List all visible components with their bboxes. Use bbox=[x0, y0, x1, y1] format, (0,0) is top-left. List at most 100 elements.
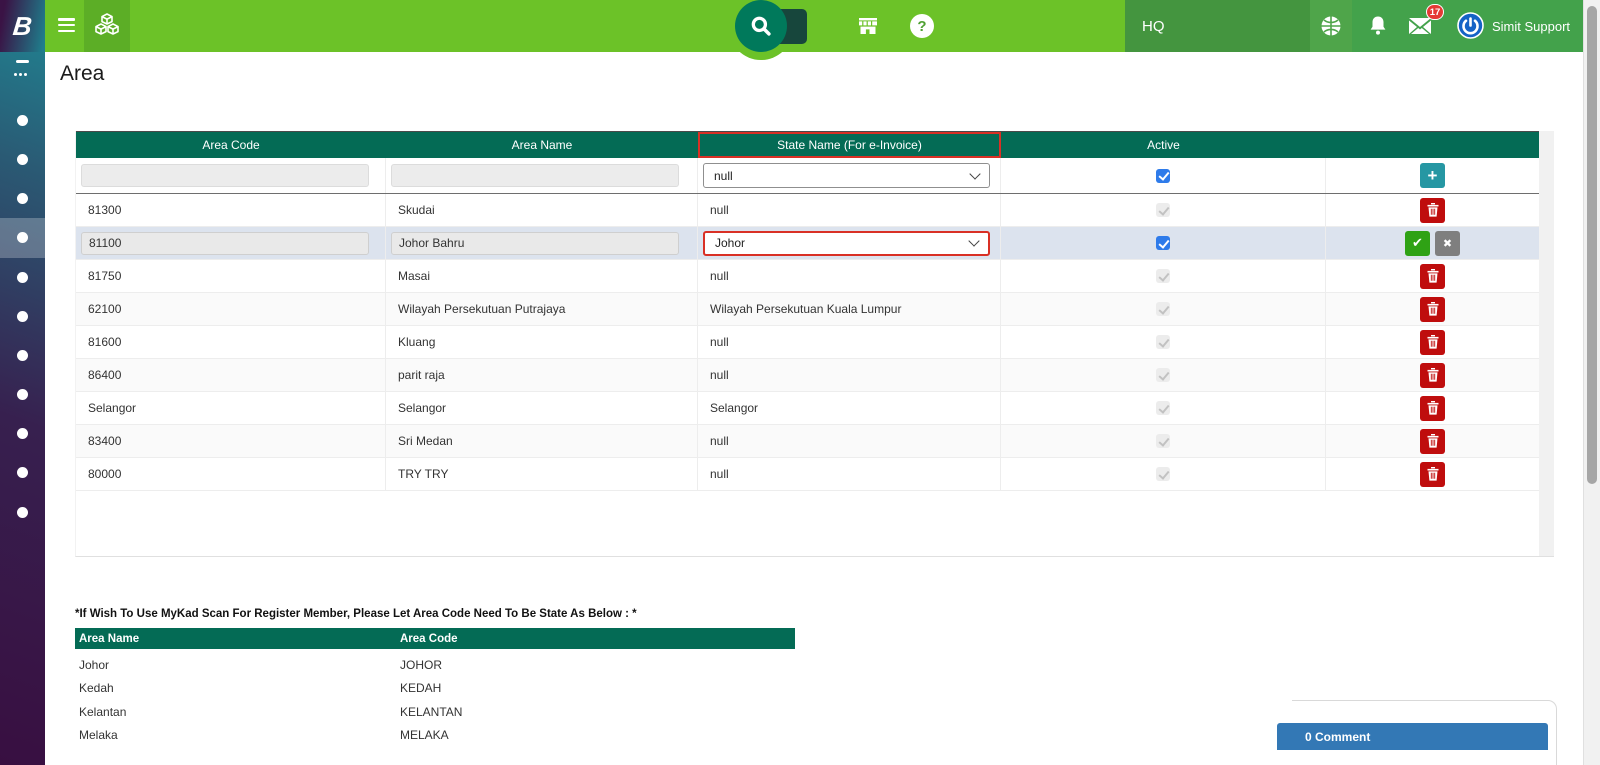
sidebar-collapse-icon[interactable] bbox=[16, 60, 29, 63]
mail-badge: 17 bbox=[1426, 4, 1444, 20]
delete-row-button[interactable] bbox=[1420, 395, 1445, 421]
mykad-row: Melaka MELAKA bbox=[75, 724, 795, 748]
cell-area-code: 83400 bbox=[76, 425, 386, 457]
notifications-button[interactable] bbox=[1366, 14, 1390, 38]
cell-area-name: TRY TRY bbox=[386, 458, 698, 490]
edit-active-checkbox[interactable] bbox=[1156, 236, 1170, 250]
new-active-checkbox[interactable] bbox=[1156, 168, 1170, 183]
edit-area-name-input[interactable] bbox=[391, 231, 679, 255]
table-row: 81300 Skudai null bbox=[76, 194, 1539, 227]
trash-icon bbox=[1427, 434, 1439, 448]
mykad-area-name: Johor bbox=[79, 657, 110, 672]
sidebar-item-8[interactable] bbox=[17, 389, 28, 400]
cell-state-name: null bbox=[698, 425, 1001, 457]
new-state-select[interactable]: null bbox=[703, 163, 990, 188]
delete-row-button[interactable] bbox=[1420, 197, 1445, 223]
sidebar-item-11[interactable] bbox=[17, 507, 28, 518]
delete-row-button[interactable] bbox=[1420, 329, 1445, 355]
cell-state-name: null bbox=[698, 260, 1001, 292]
cell-state-name: Selangor bbox=[698, 392, 1001, 424]
delete-row-button[interactable] bbox=[1420, 296, 1445, 322]
edit-state-select-highlighted[interactable]: Johor bbox=[703, 230, 990, 256]
sidebar-item-4-active[interactable] bbox=[17, 232, 28, 243]
trash-icon bbox=[1427, 203, 1439, 217]
confirm-edit-button[interactable]: ✔ bbox=[1405, 230, 1430, 256]
delete-row-button[interactable] bbox=[1420, 461, 1445, 487]
sidebar-item-7[interactable] bbox=[17, 350, 28, 361]
sidebar-item-5[interactable] bbox=[17, 272, 28, 283]
mykad-area-code: JOHOR bbox=[400, 657, 442, 672]
table-row: 62100 Wilayah Persekutuan Putrajaya Wila… bbox=[76, 293, 1539, 326]
help-button[interactable]: ? bbox=[910, 14, 934, 38]
header-area-name[interactable]: Area Name bbox=[386, 132, 698, 158]
add-row-button[interactable]: + bbox=[1420, 163, 1445, 188]
header-area-code[interactable]: Area Code bbox=[76, 132, 386, 158]
plus-icon: + bbox=[1427, 165, 1438, 185]
sidebar-item-10[interactable] bbox=[17, 467, 28, 478]
trash-icon bbox=[1427, 269, 1439, 283]
power-icon bbox=[1457, 12, 1484, 39]
sidebar-more-icon[interactable] bbox=[14, 73, 27, 76]
cell-area-code: 81600 bbox=[76, 326, 386, 358]
sidebar-item-2[interactable] bbox=[17, 154, 28, 165]
active-checkbox-disabled bbox=[1156, 401, 1170, 415]
cell-state-name: null bbox=[698, 458, 1001, 490]
active-checkbox-disabled bbox=[1156, 368, 1170, 382]
user-avatar[interactable] bbox=[1457, 12, 1484, 39]
modules-button[interactable] bbox=[84, 0, 130, 52]
branch-label: HQ bbox=[1142, 17, 1165, 35]
topbar: ? HQ 17 Simit Support bbox=[45, 0, 1600, 60]
mykad-row: Johor JOHOR bbox=[75, 653, 795, 677]
comment-bar[interactable]: 0 Comment bbox=[1277, 723, 1548, 750]
menu-toggle-icon[interactable] bbox=[58, 18, 75, 35]
user-name[interactable]: Simit Support bbox=[1492, 0, 1570, 52]
area-table: Area Code Area Name State Name (For e-In… bbox=[75, 131, 1554, 557]
sidebar-item-9[interactable] bbox=[17, 428, 28, 439]
delete-row-button[interactable] bbox=[1420, 428, 1445, 454]
close-icon: ✖ bbox=[1442, 237, 1453, 250]
mykad-table: Area Name Area Code Johor JOHOR Kedah KE… bbox=[75, 628, 795, 747]
cell-state-name: null bbox=[698, 194, 1001, 226]
new-state-select-value: null bbox=[714, 168, 733, 183]
page-scrollbar-thumb[interactable] bbox=[1587, 6, 1597, 484]
header-state-name-highlighted[interactable]: State Name (For e-Invoice) bbox=[698, 132, 1001, 158]
sidebar-item-6[interactable] bbox=[17, 311, 28, 322]
branch-selector[interactable]: HQ bbox=[1125, 0, 1310, 52]
header-actions bbox=[1326, 132, 1539, 158]
sidebar-item-3[interactable] bbox=[17, 193, 28, 204]
question-mark-icon: ? bbox=[917, 17, 927, 35]
new-area-code-input[interactable] bbox=[81, 164, 369, 187]
table-row: Selangor Selangor Selangor bbox=[76, 392, 1539, 425]
page-scrollbar-track[interactable] bbox=[1583, 0, 1600, 765]
trash-icon bbox=[1427, 467, 1439, 481]
cell-area-code: 86400 bbox=[76, 359, 386, 391]
table-row: 83400 Sri Medan null bbox=[76, 425, 1539, 458]
search-button[interactable] bbox=[735, 0, 787, 52]
sidebar: B bbox=[0, 0, 45, 765]
delete-row-button[interactable] bbox=[1420, 362, 1445, 388]
cancel-edit-button[interactable]: ✖ bbox=[1435, 230, 1460, 256]
cell-state-name: Wilayah Persekutuan Kuala Lumpur bbox=[698, 293, 1001, 325]
cell-area-name: parit raja bbox=[386, 359, 698, 391]
brand-logo[interactable]: B bbox=[0, 0, 45, 52]
mykad-area-code: MELAKA bbox=[400, 728, 449, 743]
delete-row-button[interactable] bbox=[1420, 263, 1445, 289]
sidebar-item-1[interactable] bbox=[17, 115, 28, 126]
mykad-area-code: KELANTAN bbox=[400, 704, 463, 719]
trash-icon bbox=[1427, 335, 1439, 349]
new-area-name-input[interactable] bbox=[391, 164, 679, 187]
chevron-down-icon bbox=[968, 235, 980, 247]
table-scrollbar-gutter[interactable] bbox=[1539, 131, 1554, 556]
edit-area-code-input[interactable] bbox=[81, 231, 369, 255]
table-row: 81600 Kluang null bbox=[76, 326, 1539, 359]
header-active[interactable]: Active bbox=[1001, 132, 1326, 158]
active-checkbox-disabled bbox=[1156, 269, 1170, 283]
mykad-header-area-code: Area Code bbox=[400, 632, 458, 645]
active-checkbox-disabled bbox=[1156, 335, 1170, 349]
mykad-area-code: KEDAH bbox=[400, 681, 442, 696]
active-checkbox-disabled bbox=[1156, 467, 1170, 481]
store-button[interactable] bbox=[856, 14, 880, 38]
language-button[interactable] bbox=[1310, 0, 1352, 52]
store-icon bbox=[856, 14, 880, 38]
page-title: Area bbox=[60, 62, 105, 85]
